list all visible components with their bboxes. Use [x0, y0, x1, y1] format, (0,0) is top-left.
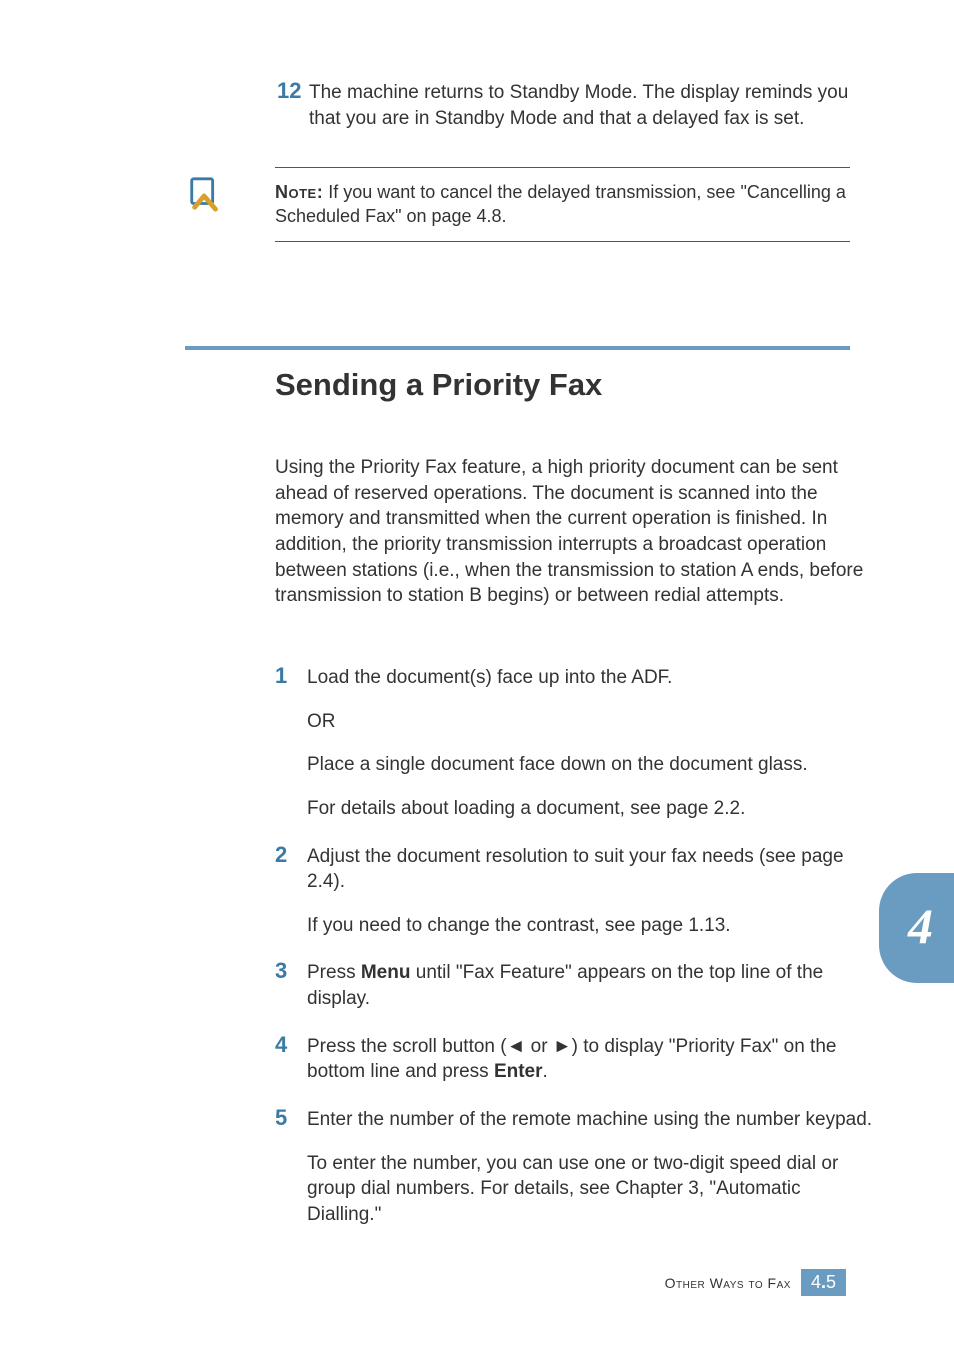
- step-body: Press the scroll button (◄ or ►) to disp…: [307, 1034, 875, 1085]
- step-number: 5: [275, 1105, 301, 1131]
- note-box: Note: If you want to cancel the delayed …: [275, 167, 850, 242]
- footer-page-number: 4.5: [801, 1269, 846, 1296]
- step-body: Adjust the document resolution to suit y…: [307, 844, 875, 939]
- section-heading: Sending a Priority Fax: [275, 367, 602, 403]
- page-footer: Other Ways to Fax 4.5: [0, 1269, 954, 1296]
- step-body: Enter the number of the remote machine u…: [307, 1107, 875, 1228]
- section-divider: [185, 346, 850, 350]
- step-para: Press the scroll button (◄ or ►) to disp…: [307, 1034, 875, 1085]
- step-1: 1 Load the document(s) face up into the …: [275, 665, 875, 822]
- step-2: 2 Adjust the document resolution to suit…: [275, 844, 875, 939]
- step-para: OR: [307, 709, 875, 735]
- footer-section-label: Other Ways to Fax: [665, 1275, 791, 1291]
- step-para: To enter the number, you can use one or …: [307, 1151, 875, 1228]
- step-3: 3 Press Menu until "Fax Feature" appears…: [275, 960, 875, 1011]
- step-12: 12 The machine returns to Standby Mode. …: [277, 80, 877, 131]
- step-number-12: 12: [277, 78, 301, 104]
- step-body: Load the document(s) face up into the AD…: [307, 665, 875, 822]
- intro-paragraph: Using the Priority Fax feature, a high p…: [275, 455, 870, 609]
- step-number: 4: [275, 1032, 301, 1058]
- step-12-text: The machine returns to Standby Mode. The…: [309, 80, 877, 131]
- step-para: Load the document(s) face up into the AD…: [307, 665, 875, 691]
- step-para: Enter the number of the remote machine u…: [307, 1107, 875, 1133]
- note-icon: [187, 175, 225, 213]
- step-para: If you need to change the contrast, see …: [307, 913, 875, 939]
- note-text: If you want to cancel the delayed transm…: [275, 182, 846, 226]
- note-label: Note:: [275, 182, 323, 202]
- step-list: 1 Load the document(s) face up into the …: [275, 665, 875, 1250]
- step-para: Press Menu until "Fax Feature" appears o…: [307, 960, 875, 1011]
- step-body: Press Menu until "Fax Feature" appears o…: [307, 960, 875, 1011]
- step-para: Adjust the document resolution to suit y…: [307, 844, 875, 895]
- step-number: 3: [275, 958, 301, 984]
- step-para: For details about loading a document, se…: [307, 796, 875, 822]
- step-5: 5 Enter the number of the remote machine…: [275, 1107, 875, 1228]
- step-para: Place a single document face down on the…: [307, 752, 875, 778]
- step-number: 1: [275, 663, 301, 689]
- step-number: 2: [275, 842, 301, 868]
- step-4: 4 Press the scroll button (◄ or ►) to di…: [275, 1034, 875, 1085]
- chapter-tab-number: 4: [908, 897, 933, 955]
- chapter-tab: 4: [879, 873, 954, 983]
